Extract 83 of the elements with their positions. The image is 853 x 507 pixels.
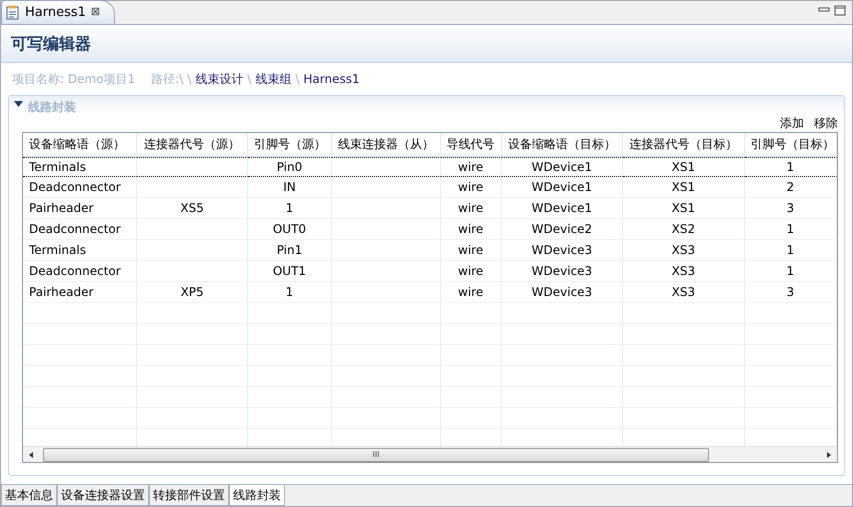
breadcrumb-link[interactable]: Harness1 <box>303 70 360 88</box>
table-cell: WDevice1 <box>532 180 592 194</box>
table-cell: XS5 <box>180 201 204 215</box>
column-header: 设备缩略语（目标） <box>502 133 624 157</box>
breadcrumb-link[interactable]: 线束组 <box>255 70 292 88</box>
close-icon[interactable]: ⊠ <box>90 4 100 21</box>
action-button[interactable]: 移除 <box>814 114 838 132</box>
table-cell: wire <box>458 264 484 278</box>
page-tab[interactable]: 转接部件设置 <box>149 485 229 506</box>
page-tab[interactable]: 线路封装 <box>229 485 285 506</box>
table-cell: XS1 <box>672 180 696 194</box>
table-cell: WDevice3 <box>532 243 592 257</box>
table-cell: wire <box>458 180 484 194</box>
table-cell: XS2 <box>672 222 696 236</box>
path-label: 路径:\ <box>151 71 184 88</box>
table-cell: IN <box>283 180 296 194</box>
table-cell: Terminals <box>29 243 86 257</box>
table-row[interactable]: Deadconnector OUT1 wire WDevice3 XS3 1 <box>23 261 837 282</box>
editor-title: 可写编辑器 <box>11 32 91 54</box>
table-cell: Pairheader <box>29 201 94 215</box>
table-cell: XS1 <box>672 201 696 215</box>
column-header: 连接器代号（目标） <box>623 133 745 157</box>
table-cell: wire <box>458 222 484 236</box>
table-row[interactable]: Deadconnector OUT0 wire WDevice2 XS2 1 <box>23 219 837 240</box>
page-tab[interactable]: 设备连接器设置 <box>57 485 149 506</box>
table-cell: wire <box>458 285 484 299</box>
editor-tab[interactable]: Harness1 ⊠ <box>1 0 116 24</box>
table-cell: 1 <box>286 285 294 299</box>
table-cell: WDevice1 <box>532 160 592 174</box>
table-cell: Deadconnector <box>29 180 121 194</box>
table-cell: Deadconnector <box>29 264 121 278</box>
table-cell: OUT0 <box>272 222 306 236</box>
table-cell: 1 <box>786 264 794 278</box>
table-row[interactable]: Pairheader XS5 1 wire WDevice1 XS1 3 <box>23 198 837 219</box>
table-cell: Deadconnector <box>29 222 121 236</box>
table-cell: 1 <box>286 201 294 215</box>
table-cell: Pairheader <box>29 285 94 299</box>
project-label: 项目名称: Demo项目1 <box>12 71 136 88</box>
table-cell: wire <box>458 160 484 174</box>
table-cell: WDevice1 <box>532 201 592 215</box>
table-cell: WDevice2 <box>532 222 592 236</box>
table-cell: 2 <box>786 180 794 194</box>
page-tab[interactable]: 基本信息 <box>1 485 57 506</box>
path-separator: \ <box>187 71 192 88</box>
table-row[interactable]: Deadconnector IN wire WDevice1 XS1 2 <box>23 177 837 198</box>
document-icon <box>6 5 20 20</box>
breadcrumb-link[interactable]: 线束设计 <box>195 70 244 88</box>
table-cell: 3 <box>786 201 794 215</box>
table-cell: XS3 <box>672 243 696 257</box>
table-cell: 3 <box>786 285 794 299</box>
table-row[interactable]: Terminals Pin0 wire WDevice1 XS1 1 <box>23 157 837 177</box>
table-cell: WDevice3 <box>532 264 592 278</box>
table-cell: XS1 <box>672 160 696 174</box>
path-separator: \ <box>247 71 252 88</box>
scroll-thumb[interactable]: III <box>43 448 709 462</box>
table-cell: XP5 <box>180 285 204 299</box>
table-cell: 1 <box>786 160 794 174</box>
table-row[interactable]: Terminals Pin1 wire WDevice3 XS3 1 <box>23 240 837 261</box>
column-header: 引脚号（源） <box>248 133 332 157</box>
table-cell: 1 <box>786 243 794 257</box>
column-header: 导线代号 <box>440 133 502 157</box>
table-cell: XS3 <box>672 285 696 299</box>
column-header: 连接器代号（源） <box>137 133 248 157</box>
table-cell: OUT1 <box>272 264 306 278</box>
table-cell: Pin1 <box>276 243 302 257</box>
horizontal-scrollbar[interactable]: III <box>23 446 837 462</box>
table-cell: XS3 <box>672 264 696 278</box>
table-cell: Pin0 <box>276 160 302 174</box>
action-button[interactable]: 添加 <box>780 114 804 132</box>
column-header: 引脚号（目标） <box>744 133 837 157</box>
table-row[interactable]: Pairheader XP5 1 wire WDevice3 XS3 3 <box>23 282 837 303</box>
section-title: 线路封装 <box>28 99 76 116</box>
table-cell: wire <box>458 243 484 257</box>
scroll-right-icon[interactable] <box>825 450 833 460</box>
table-cell: WDevice3 <box>532 285 592 299</box>
path-separator: \ <box>295 71 300 88</box>
table-cell: 1 <box>786 222 794 236</box>
table-cell: Terminals <box>29 160 86 174</box>
column-header: 设备缩略语（源） <box>23 133 138 157</box>
maximize-icon[interactable] <box>834 5 846 16</box>
table-cell: wire <box>458 201 484 215</box>
scroll-left-icon[interactable] <box>27 450 35 460</box>
column-header: 线束连接器（从） <box>332 133 440 157</box>
